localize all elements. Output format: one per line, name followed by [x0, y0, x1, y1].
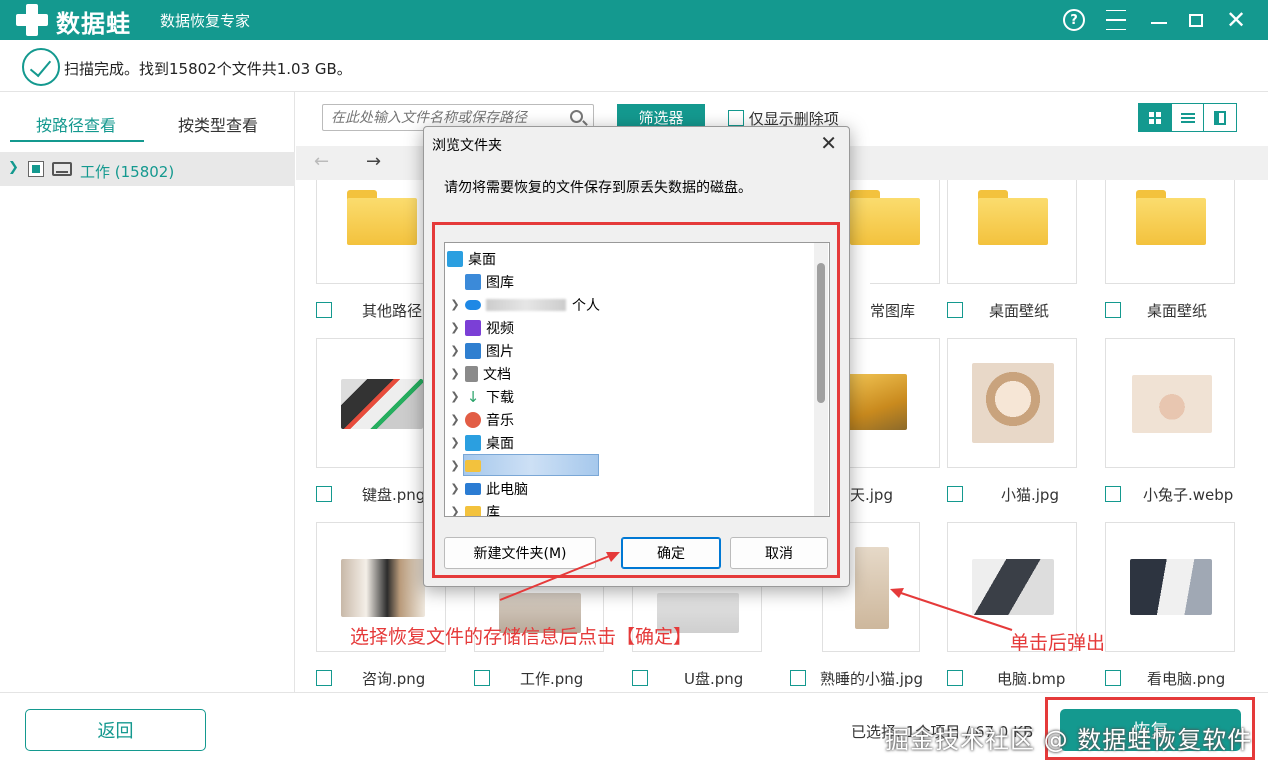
file-checkbox[interactable]	[1105, 486, 1121, 502]
file-thumbnail	[850, 180, 940, 284]
autumn-image	[847, 374, 907, 430]
menu-button[interactable]	[1102, 6, 1130, 34]
file-checkbox[interactable]	[474, 670, 490, 686]
file-thumbnail	[947, 338, 1077, 468]
file-name: 熟睡的小猫.jpg	[820, 670, 923, 688]
close-icon: ✕	[1225, 6, 1247, 34]
detail-view-button[interactable]	[1204, 104, 1236, 131]
consulting-image	[341, 559, 425, 617]
maximize-button[interactable]	[1182, 6, 1210, 34]
file-checkbox[interactable]	[316, 302, 332, 318]
file-name: 电脑.bmp	[997, 670, 1066, 688]
file-checkbox[interactable]	[1105, 302, 1121, 318]
list-view-icon	[1180, 111, 1195, 124]
grid-view-icon	[1148, 111, 1161, 124]
file-name: 咨询.png	[362, 670, 426, 688]
tree-checkbox[interactable]	[28, 161, 44, 177]
file-thumbnail	[1105, 180, 1235, 284]
search-icon[interactable]	[570, 110, 583, 123]
file-checkbox[interactable]	[790, 670, 806, 686]
tree-item-work[interactable]: ❯ 工作 (15802)	[0, 152, 295, 186]
title-bar: 数据蛙 数据恢复专家 ? ✕	[0, 0, 1268, 40]
dialog-highlight-box	[432, 222, 840, 578]
left-panel: 按路径查看 按类型查看 ❯ 工作 (15802)	[0, 92, 295, 692]
file-name: 天.jpg	[850, 486, 893, 504]
file-checkbox[interactable]	[947, 486, 963, 502]
minimize-button[interactable]	[1145, 6, 1173, 34]
dialog-title: 浏览文件夹	[432, 138, 502, 154]
app-title: 数据恢复专家	[160, 12, 251, 30]
keyboard-image	[341, 379, 423, 429]
file-checkbox[interactable]	[1105, 670, 1121, 686]
file-thumbnail	[947, 180, 1077, 284]
file-checkbox[interactable]	[316, 486, 332, 502]
watching-computer-image	[1130, 559, 1212, 615]
file-name: 小兔子.webp	[1143, 486, 1234, 504]
file-name: 其他路径	[362, 302, 423, 320]
view-mode-group	[1138, 103, 1237, 132]
file-name: 小猫.jpg	[1001, 486, 1059, 504]
file-thumbnail	[1105, 522, 1235, 652]
close-button[interactable]: ✕	[1222, 6, 1250, 34]
file-checkbox[interactable]	[632, 670, 648, 686]
list-view-button[interactable]	[1172, 104, 1205, 131]
detail-view-icon	[1214, 110, 1227, 125]
grid-view-button[interactable]	[1139, 104, 1172, 131]
file-checkbox[interactable]	[947, 670, 963, 686]
forward-arrow-icon[interactable]: →	[366, 151, 381, 172]
scan-status-text: 扫描完成。找到15802个文件共1.03 GB。	[64, 60, 352, 78]
file-name: U盘.png	[684, 670, 744, 688]
maximize-icon	[1189, 13, 1203, 27]
check-circle-icon	[22, 48, 60, 86]
help-icon: ?	[1063, 9, 1085, 31]
logo-cross-icon	[16, 4, 48, 36]
file-name: 桌面壁纸	[1147, 302, 1208, 320]
help-button[interactable]: ?	[1060, 6, 1088, 34]
sleeping-kitten-image	[855, 547, 889, 629]
folder-icon	[978, 190, 1048, 245]
scan-status-bar: 扫描完成。找到15802个文件共1.03 GB。	[0, 40, 1268, 92]
file-thumbnail	[846, 338, 940, 468]
tree-item-label: 工作 (15802)	[80, 163, 175, 181]
dialog-close-icon[interactable]: ✕	[820, 131, 837, 155]
file-name: 键盘.png	[362, 486, 426, 504]
folder-icon	[347, 190, 417, 245]
active-tab-underline	[10, 140, 144, 142]
tab-by-type[interactable]: 按类型查看	[178, 112, 258, 136]
app-logo-text: 数据蛙	[56, 10, 131, 38]
back-arrow-icon[interactable]: ←	[314, 151, 329, 172]
browse-folder-dialog: 浏览文件夹 ✕ 请勿将需要恢复的文件保存到原丢失数据的磁盘。 桌面 图库 ❯ 个…	[423, 126, 850, 587]
file-name: 桌面壁纸	[989, 302, 1050, 320]
dialog-message: 请勿将需要恢复的文件保存到原丢失数据的磁盘。	[444, 180, 752, 196]
rabbit-image	[1132, 375, 1212, 433]
annotation-popup-text: 单击后弹出	[1010, 632, 1106, 654]
only-deleted-checkbox[interactable]	[728, 110, 744, 126]
folder-icon	[1136, 190, 1206, 245]
folder-icon	[850, 190, 920, 245]
file-name: 看电脑.png	[1147, 670, 1226, 688]
watermark: 掘金技术社区 @ 数据蛙恢复软件	[885, 726, 1253, 754]
file-checkbox[interactable]	[947, 302, 963, 318]
tab-by-path[interactable]: 按路径查看	[36, 112, 116, 136]
file-thumbnail	[1105, 338, 1235, 468]
file-name: 工作.png	[520, 670, 584, 688]
kitten-image	[972, 363, 1054, 443]
computer-image	[972, 559, 1054, 615]
file-name: 常图库	[870, 302, 916, 320]
annotation-confirm-text: 选择恢复文件的存储信息后点击【确定】	[350, 626, 693, 648]
back-button[interactable]: 返回	[25, 709, 206, 751]
chevron-right-icon[interactable]: ❯	[8, 160, 19, 175]
minimize-icon	[1151, 22, 1167, 24]
drive-icon	[52, 162, 72, 176]
file-checkbox[interactable]	[316, 670, 332, 686]
